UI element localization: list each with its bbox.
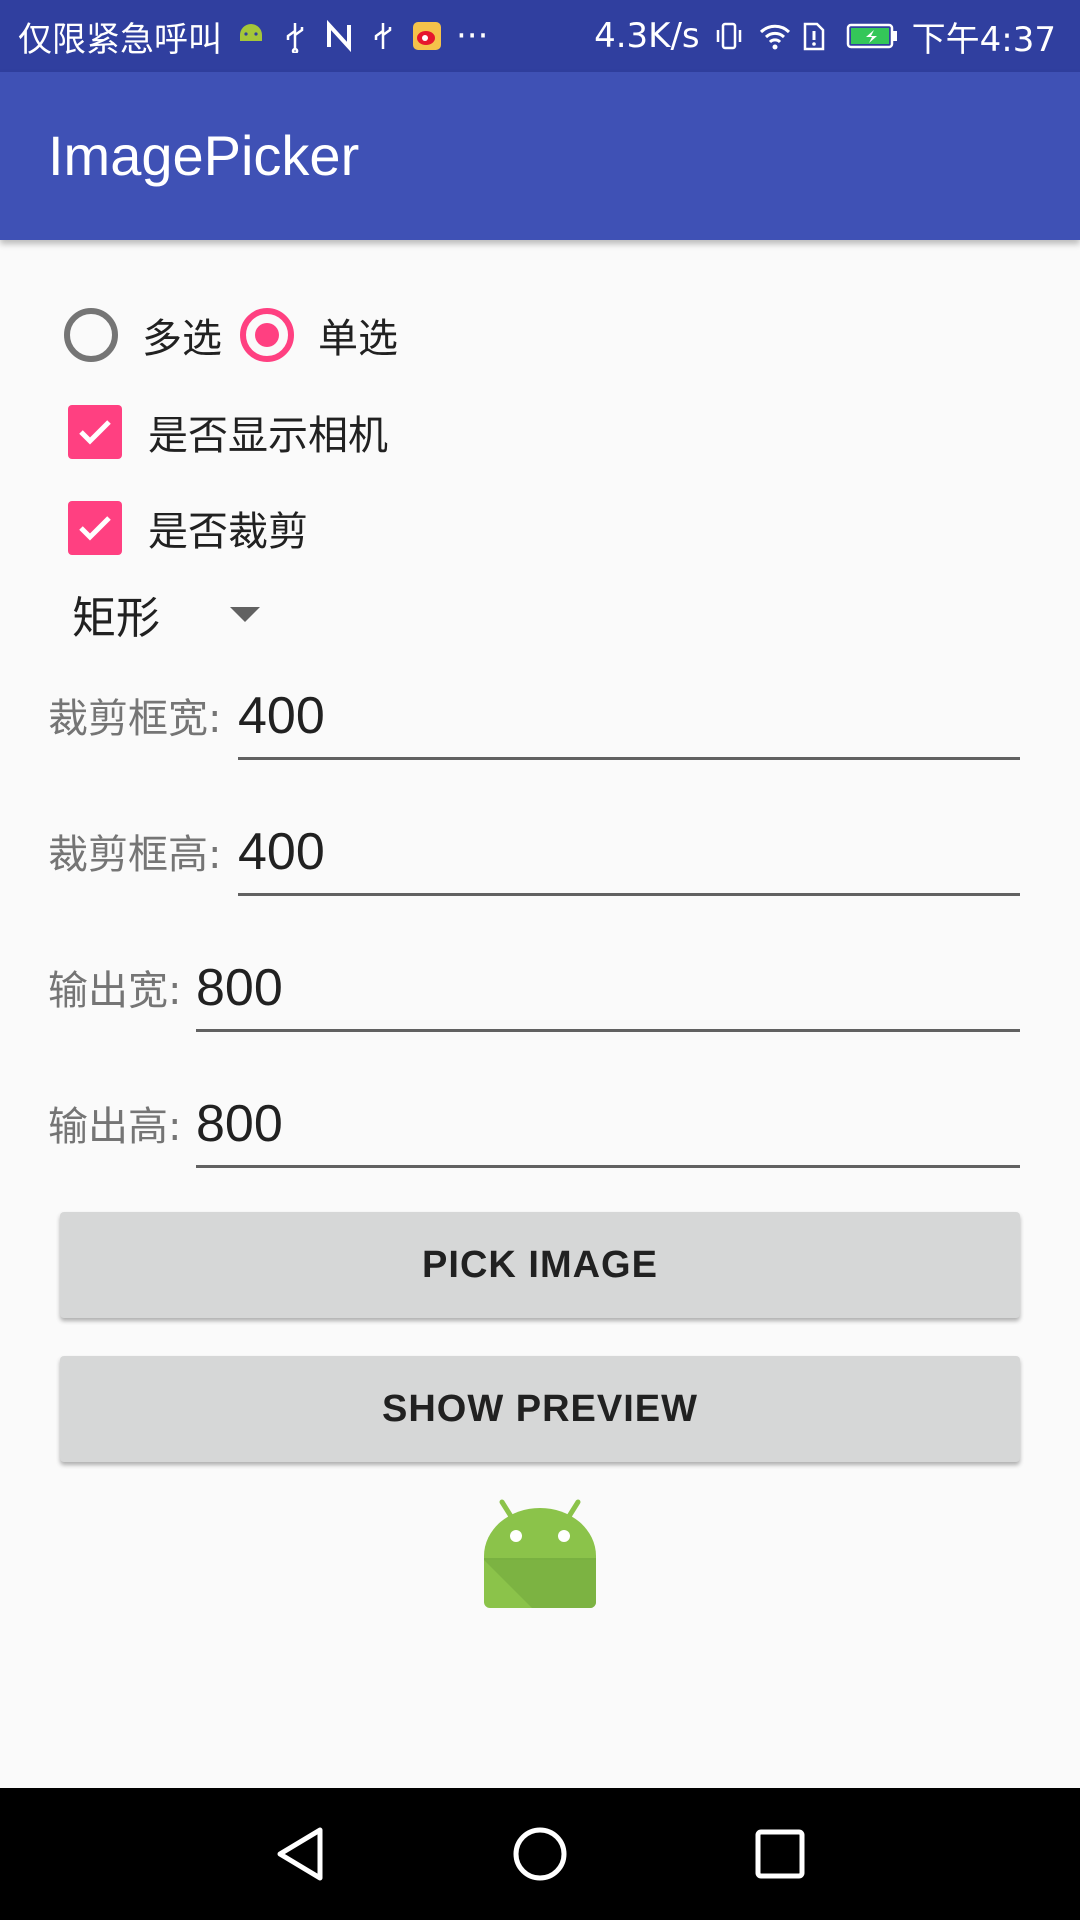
dropdown-arrow-icon <box>230 606 260 622</box>
show-camera-label[interactable]: 是否显示相机 <box>148 403 388 461</box>
crop-width-input[interactable] <box>238 680 1020 752</box>
home-icon[interactable] <box>502 1816 578 1892</box>
crop-style-spinner[interactable]: 矩形 <box>72 582 260 646</box>
check-icon <box>79 420 111 445</box>
network-speed: 4.3K/s <box>594 16 700 56</box>
clock: 下午4:37 <box>911 19 1056 60</box>
app-title: ImagePicker <box>48 124 360 187</box>
show-camera-row[interactable]: 是否显示相机 <box>68 402 388 462</box>
usb-icon <box>368 19 398 53</box>
output-width-input[interactable] <box>196 952 1020 1024</box>
output-height-field: 输出高: <box>48 1088 1020 1168</box>
output-height-input[interactable] <box>196 1088 1020 1160</box>
sim-alert-icon <box>802 19 832 53</box>
crop-checkbox[interactable] <box>68 501 122 555</box>
radio-multi-select[interactable] <box>64 308 118 362</box>
radio-multi-select-label[interactable]: 多选 <box>142 306 222 364</box>
n-icon <box>324 19 354 53</box>
android-icon <box>236 19 266 53</box>
check-icon <box>79 516 111 541</box>
crop-height-input-wrap <box>238 816 1020 896</box>
crop-height-field: 裁剪框高: <box>48 816 1020 896</box>
select-mode-radio-group: 多选 单选 <box>64 300 416 370</box>
status-bar: 仅限紧急呼叫 ··· 4.3K/s 下午4:37 <box>0 0 1080 72</box>
battery-icon <box>846 19 898 53</box>
crop-row[interactable]: 是否裁剪 <box>68 498 308 558</box>
crop-width-input-wrap <box>238 680 1020 760</box>
back-icon[interactable] <box>262 1816 338 1892</box>
output-width-input-wrap <box>196 952 1020 1032</box>
crop-style-selected: 矩形 <box>72 593 160 644</box>
status-bar-right: 4.3K/s 下午4:37 <box>594 0 1056 72</box>
output-height-label: 输出高: <box>48 1104 182 1150</box>
app-bar: ImagePicker <box>0 72 1080 240</box>
usb-icon <box>280 19 310 55</box>
status-bar-left: 仅限紧急呼叫 ··· <box>18 0 488 72</box>
weibo-icon <box>412 19 442 53</box>
output-width-field: 输出宽: <box>48 952 1020 1032</box>
crop-width-field: 裁剪框宽: <box>48 680 1020 760</box>
vibrate-icon <box>714 19 744 53</box>
output-width-label: 输出宽: <box>48 968 182 1014</box>
crop-width-label: 裁剪框宽: <box>48 696 222 742</box>
show-camera-checkbox[interactable] <box>68 405 122 459</box>
radio-single-select[interactable] <box>240 308 294 362</box>
show-preview-button[interactable]: SHOW PREVIEW <box>60 1356 1020 1462</box>
android-icon <box>484 1499 596 1608</box>
radio-single-select-label[interactable]: 单选 <box>318 306 398 364</box>
preview-image <box>480 1490 600 1610</box>
wifi-icon <box>758 19 790 53</box>
crop-height-input[interactable] <box>238 816 1020 888</box>
more-notifications: ··· <box>456 16 489 56</box>
crop-height-label: 裁剪框高: <box>48 832 222 878</box>
output-height-input-wrap <box>196 1088 1020 1168</box>
navigation-bar <box>0 1788 1080 1920</box>
carrier-text: 仅限紧急呼叫 <box>18 19 222 60</box>
recents-icon[interactable] <box>742 1816 818 1892</box>
pick-image-button[interactable]: PICK IMAGE <box>60 1212 1020 1318</box>
crop-label[interactable]: 是否裁剪 <box>148 499 308 557</box>
